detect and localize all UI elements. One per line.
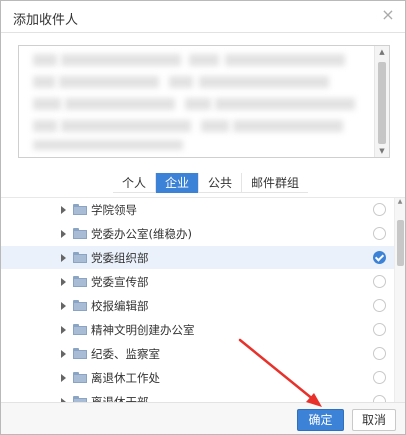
department-tree: 学院领导 党委办公室(维稳办) 党委组织部 党委宣传部 校报编辑部 精神文明创建…: [1, 197, 405, 402]
close-icon[interactable]: ×: [381, 7, 395, 23]
expand-caret-icon[interactable]: [61, 374, 66, 382]
tree-item-label: 学院领导: [91, 203, 137, 217]
selected-recipients-box[interactable]: ▲ ▼: [18, 45, 390, 158]
tree-item-label: 离退休工作处: [91, 371, 160, 385]
tree-item-label: 党委办公室(维稳办): [91, 227, 192, 241]
tree-item-label: 党委组织部: [91, 251, 149, 265]
recipients-scrollbar[interactable]: ▲ ▼: [374, 46, 389, 157]
add-recipient-dialog: 添加收件人 × ▲ ▼ 个人 企业 公共 邮件群组 学院领导 党委办公室(维稳办…: [0, 0, 406, 435]
scrollbar-thumb[interactable]: [397, 220, 404, 266]
tree-item-label: 纪委、监察室: [91, 347, 160, 361]
tree-item-label: 党委宣传部: [91, 275, 149, 289]
tree-item-label: 精神文明创建办公室: [91, 323, 195, 337]
select-radio[interactable]: [373, 323, 386, 336]
select-radio[interactable]: [373, 395, 386, 402]
expand-caret-icon[interactable]: [61, 230, 66, 238]
tab-personal[interactable]: 个人: [113, 173, 157, 193]
expand-caret-icon[interactable]: [61, 326, 66, 334]
tree-item-dangwei-xuanchuanbu[interactable]: 党委宣传部: [1, 270, 394, 293]
folder-icon: [73, 324, 87, 335]
select-radio[interactable]: [373, 203, 386, 216]
select-radio-checked[interactable]: [373, 251, 386, 264]
dialog-footer: 确定 取消: [1, 402, 405, 434]
scroll-up-icon[interactable]: ▲: [375, 46, 389, 58]
cancel-button[interactable]: 取消: [352, 409, 396, 431]
tree-scrollbar[interactable]: ▲: [394, 198, 405, 402]
tab-mail-groups[interactable]: 邮件群组: [242, 173, 308, 193]
tree-item-label: 离退休干部: [91, 395, 149, 402]
tree-item-lituixiu-gongzuochu[interactable]: 离退休工作处: [1, 366, 394, 389]
folder-icon: [73, 348, 87, 359]
tab-enterprise[interactable]: 企业: [156, 173, 200, 193]
scroll-down-icon[interactable]: ▼: [375, 145, 389, 157]
expand-caret-icon[interactable]: [61, 206, 66, 214]
folder-icon: [73, 252, 87, 263]
tree-item-label: 校报编辑部: [91, 299, 149, 313]
select-radio[interactable]: [373, 299, 386, 312]
select-radio[interactable]: [373, 371, 386, 384]
folder-icon: [73, 276, 87, 287]
scroll-up-icon[interactable]: ▲: [395, 198, 405, 205]
scrollbar-thumb[interactable]: [378, 62, 386, 144]
tree-item-lituixiu-ganbu[interactable]: 离退休干部: [1, 390, 394, 402]
tree-item-dangwei-zuzhibu[interactable]: 党委组织部: [1, 246, 394, 269]
expand-caret-icon[interactable]: [61, 350, 66, 358]
tree-item-jiwei-jianchashi[interactable]: 纪委、监察室: [1, 342, 394, 365]
ok-button[interactable]: 确定: [297, 409, 344, 431]
folder-icon: [73, 300, 87, 311]
tree-item-xiaobao-bianjibu[interactable]: 校报编辑部: [1, 294, 394, 317]
select-radio[interactable]: [373, 275, 386, 288]
folder-icon: [73, 204, 87, 215]
tab-public[interactable]: 公共: [199, 173, 243, 193]
expand-caret-icon[interactable]: [61, 278, 66, 286]
address-book-tabs: 个人 企业 公共 邮件群组: [113, 173, 309, 193]
tree-item-jingshen-wenming[interactable]: 精神文明创建办公室: [1, 318, 394, 341]
expand-caret-icon[interactable]: [61, 254, 66, 262]
select-radio[interactable]: [373, 227, 386, 240]
tree-item-xueyuan-lingdao[interactable]: 学院领导: [1, 198, 394, 221]
folder-icon: [73, 228, 87, 239]
select-radio[interactable]: [373, 347, 386, 360]
dialog-titlebar: 添加收件人 ×: [1, 1, 405, 33]
tree-item-dangwei-bangongshi[interactable]: 党委办公室(维稳办): [1, 222, 394, 245]
expand-caret-icon[interactable]: [61, 302, 66, 310]
folder-icon: [73, 372, 87, 383]
dialog-title: 添加收件人: [13, 13, 79, 28]
recipients-redacted-content: [19, 46, 375, 157]
